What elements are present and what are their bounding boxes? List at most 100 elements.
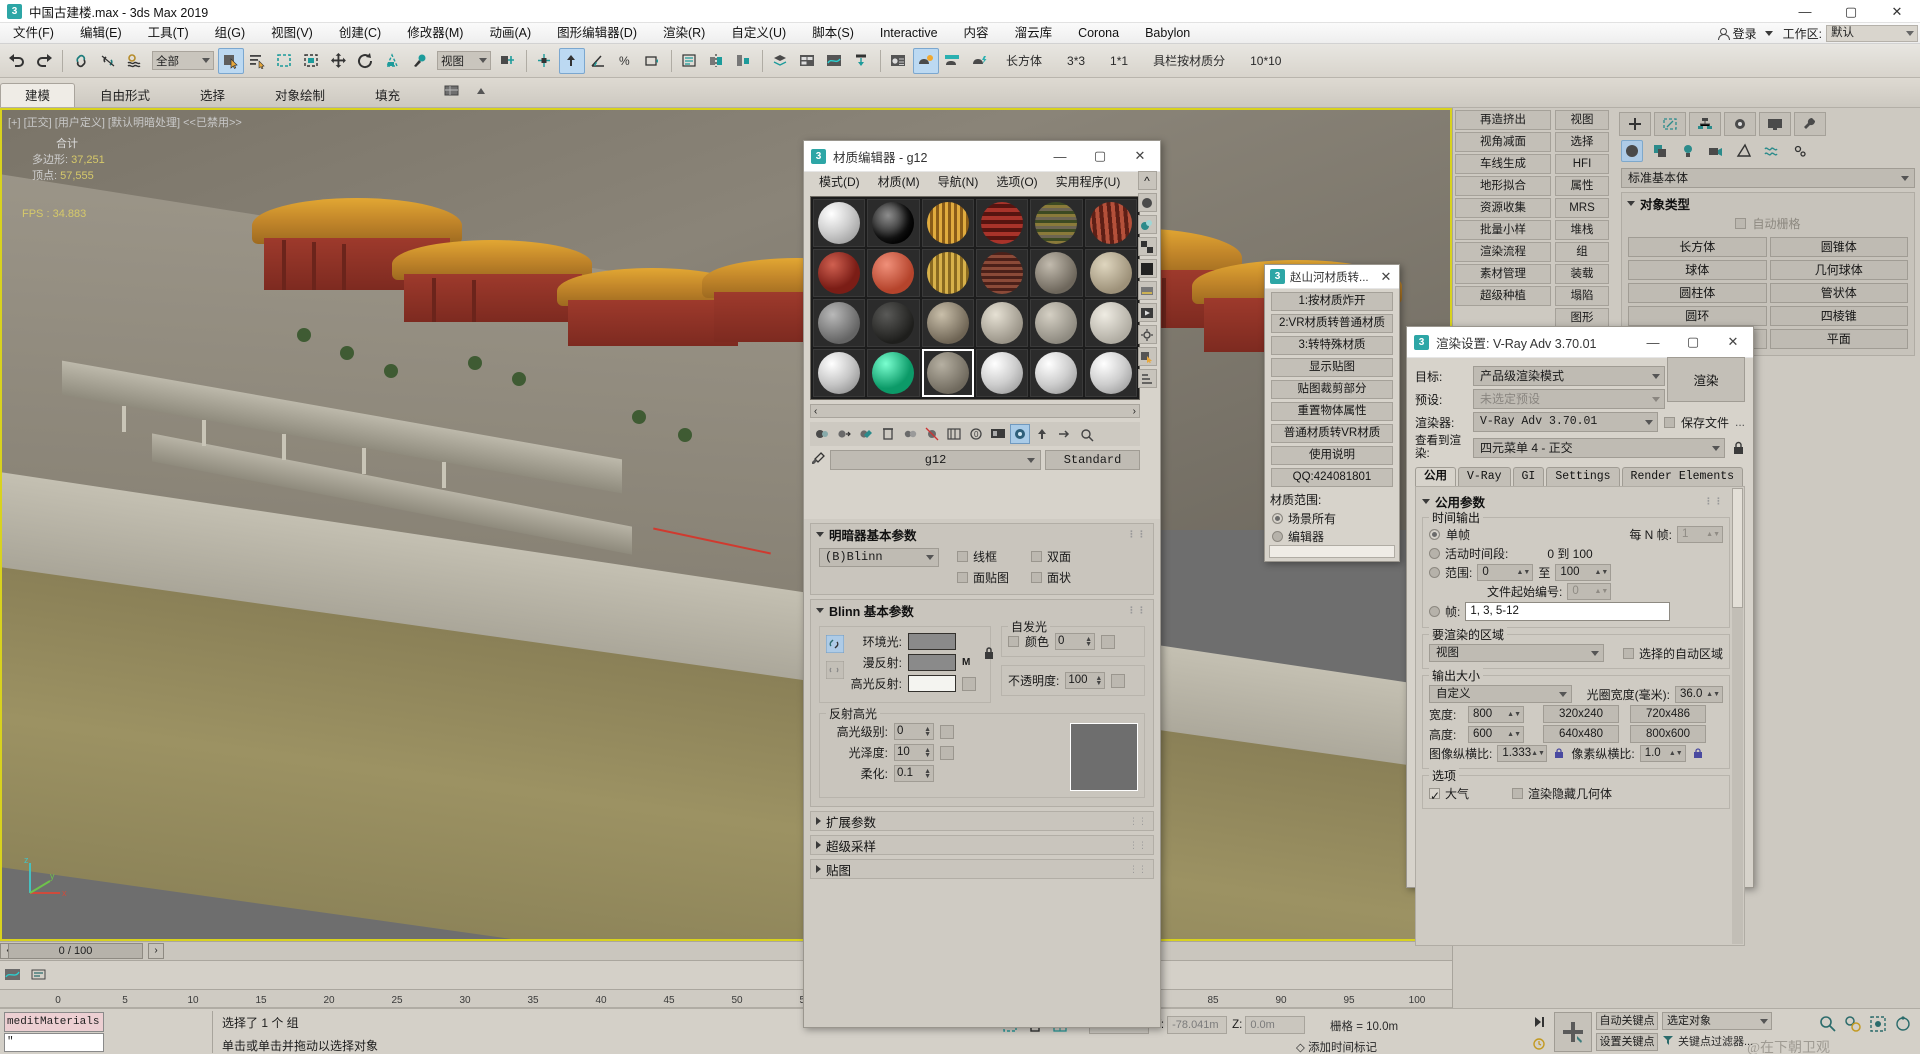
menu-modifiers[interactable]: 修改器(M) [394, 23, 476, 44]
me-menu-mode[interactable]: 模式(D) [810, 172, 869, 192]
edit-named-selection-sets-icon[interactable] [677, 48, 703, 74]
self-illum-map-button[interactable] [1101, 635, 1115, 649]
viewport-label[interactable]: [+] [正交] [用户定义] [默认明暗处理] <<已禁用>> [8, 114, 242, 130]
redo-icon[interactable] [31, 48, 57, 74]
material-slot[interactable] [867, 249, 919, 297]
menu-create[interactable]: 创建(C) [326, 23, 394, 44]
lights-icon[interactable] [1677, 140, 1699, 162]
snap-toggle-icon[interactable] [559, 48, 585, 74]
login-button[interactable]: 登录 [1709, 25, 1765, 42]
plugin-button-xuanranliucheng[interactable]: 渲染流程 [1455, 242, 1551, 262]
menu-edit[interactable]: 编辑(E) [67, 23, 135, 44]
create-cylinder-button[interactable]: 圆柱体 [1628, 283, 1767, 303]
close-button[interactable]: ✕ [1120, 141, 1160, 172]
create-pyramid-button[interactable]: 四棱锥 [1770, 306, 1909, 326]
converter-scope-editor[interactable]: 编辑器 [1272, 528, 1399, 545]
diffuse-map-button[interactable]: M [962, 657, 970, 668]
render-setup-icon[interactable] [913, 48, 939, 74]
width-input[interactable]: 800 ▲▼ [1468, 706, 1524, 723]
track-bar[interactable] [0, 961, 1452, 990]
material-slot-scroll[interactable]: ‹ › [810, 404, 1140, 418]
sample-uv-tiling-icon[interactable] [1138, 259, 1157, 278]
supersampling-rollout[interactable]: 超级采样 ⋮⋮ [810, 835, 1154, 855]
specular-level-map-button[interactable] [940, 725, 954, 739]
create-sphere-button[interactable]: 球体 [1628, 260, 1767, 280]
lock-diffuse-specular-icon[interactable] [826, 661, 844, 682]
ribbon-tab-selection[interactable]: 选择 [175, 83, 250, 107]
orbit-icon[interactable] [1892, 1013, 1914, 1035]
plugin-button-shitu[interactable]: 视图 [1555, 110, 1609, 130]
material-slot[interactable] [976, 299, 1028, 347]
pixel-aspect-input[interactable]: 1.0 ▲▼ [1640, 745, 1686, 762]
wireframe-checkbox[interactable] [957, 551, 968, 562]
material-slot[interactable] [1030, 349, 1082, 397]
render-setup-dialog[interactable]: 3 渲染设置: V-Ray Adv 3.70.01 — ▢ ✕ 渲染 目标: 产… [1406, 326, 1754, 888]
video-color-check-icon[interactable] [1138, 281, 1157, 300]
scrollbar-thumb[interactable] [1732, 488, 1743, 608]
material-slot[interactable] [813, 299, 865, 347]
percent-snap-icon[interactable]: % [613, 48, 639, 74]
material-slot[interactable] [1085, 249, 1137, 297]
preset-800x600-button[interactable]: 800x600 [1630, 725, 1706, 743]
opacity-spinner[interactable]: 100 ▲▼ [1065, 672, 1105, 689]
create-cone-button[interactable]: 圆锥体 [1770, 237, 1909, 257]
preset-320x240-button[interactable]: 320x240 [1543, 705, 1619, 723]
menu-views[interactable]: 视图(V) [258, 23, 326, 44]
material-slot[interactable] [976, 249, 1028, 297]
twosided-checkbox[interactable] [1031, 551, 1042, 562]
tab-display[interactable] [1759, 112, 1791, 136]
close-button[interactable]: ✕ [1713, 327, 1753, 358]
plugin-button-chexianshengcheng[interactable]: 车线生成 [1455, 154, 1551, 174]
active-segment-row[interactable]: 活动时间段: 0 到 100 [1429, 545, 1723, 562]
material-slot[interactable] [976, 199, 1028, 247]
set-key-button[interactable] [1554, 1012, 1592, 1052]
minimize-button[interactable]: — [1040, 141, 1080, 172]
create-plane-button[interactable]: 平面 [1770, 329, 1909, 349]
ribbon-tab-freeform[interactable]: 自由形式 [75, 83, 175, 107]
close-button[interactable]: ✕ [1373, 265, 1399, 289]
systems-icon[interactable] [1789, 140, 1811, 162]
chevron-down-icon[interactable] [1765, 31, 1773, 36]
faceted-checkbox[interactable] [1031, 572, 1042, 583]
helpers-icon[interactable] [1733, 140, 1755, 162]
material-picker-icon[interactable] [1076, 424, 1096, 444]
select-by-name-icon[interactable] [245, 48, 271, 74]
background-icon[interactable] [1138, 237, 1157, 256]
tab-common[interactable]: 公用 [1415, 467, 1456, 486]
time-slider-thumb[interactable]: 0 / 100 [8, 943, 143, 959]
ribbon-polygon-modeling-icon[interactable] [439, 78, 465, 104]
maximize-button[interactable]: ▢ [1080, 141, 1120, 172]
material-slot[interactable] [1030, 199, 1082, 247]
material-slot[interactable] [867, 199, 919, 247]
specular-color-swatch[interactable] [908, 675, 956, 692]
key-filters-label[interactable]: 关键点过滤器... [1678, 1033, 1753, 1049]
coord-z-input[interactable]: 0.0m [1245, 1016, 1305, 1034]
ribbon-tab-object-paint[interactable]: 对象绘制 [250, 83, 350, 107]
auto-region-checkbox[interactable] [1623, 648, 1634, 659]
plugin-button-mrs[interactable]: MRS [1555, 198, 1609, 218]
put-material-to-scene-icon[interactable] [834, 424, 854, 444]
specular-level-spinner[interactable]: 0 ▲▼ [894, 723, 934, 740]
radio-active-segment-icon[interactable] [1429, 548, 1440, 559]
shapes-icon[interactable] [1649, 140, 1671, 162]
me-menu-options[interactable]: 选项(O) [987, 172, 1046, 192]
output-size-combo[interactable]: 自定义 [1429, 685, 1572, 703]
preset-720x486-button[interactable]: 720x486 [1630, 705, 1706, 723]
material-slot[interactable] [813, 349, 865, 397]
menu-scripting[interactable]: 脚本(S) [799, 23, 867, 44]
plugin-button-piliangxiaoyang[interactable]: 批量小样 [1455, 220, 1551, 240]
image-aspect-input[interactable]: 1.333 ▲▼ [1497, 745, 1547, 762]
single-frame-row[interactable]: 单帧 每 N 帧: 1 ▲▼ [1429, 526, 1723, 543]
time-next-button[interactable]: › [148, 943, 164, 959]
plugin-button-tuxing[interactable]: 图形 [1555, 308, 1609, 328]
radio-scene-icon[interactable] [1272, 513, 1283, 524]
menu-interactive[interactable]: Interactive [867, 23, 951, 44]
material-effects-channel-icon[interactable]: 0 [966, 424, 986, 444]
show-end-result-icon[interactable] [1010, 424, 1030, 444]
window-crossing-icon[interactable] [299, 48, 325, 74]
tab-hierarchy[interactable] [1689, 112, 1721, 136]
menu-file[interactable]: 文件(F) [0, 23, 67, 44]
minimize-button[interactable]: — [1782, 0, 1828, 23]
converter-button-crop-maps[interactable]: 贴图裁剪部分 [1271, 380, 1393, 399]
converter-button-standard-to-vr[interactable]: 普通材质转VR材质 [1271, 424, 1393, 443]
